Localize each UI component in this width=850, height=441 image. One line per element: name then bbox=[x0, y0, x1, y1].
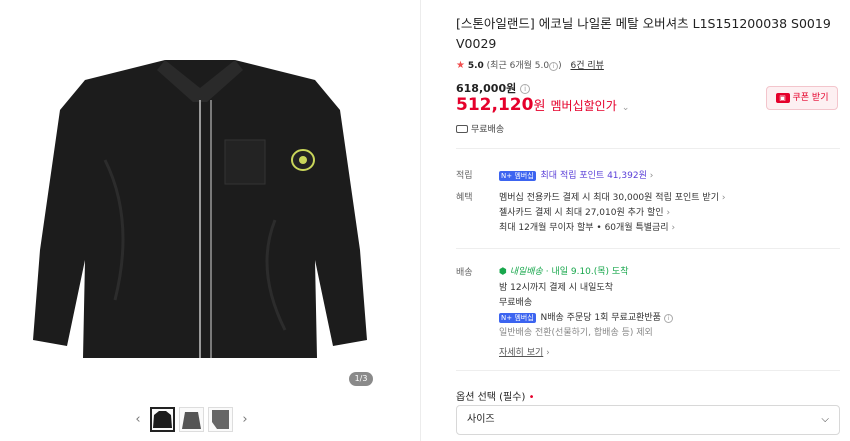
product-title: [스톤아일랜드] 에코닐 나일론 메탈 오버셔츠 L1S151200038 S0… bbox=[456, 16, 831, 51]
info-icon[interactable]: i bbox=[549, 62, 559, 71]
rating-note-end: ) bbox=[558, 61, 562, 71]
perk-text: 젤사카드 결제 시 최대 27,010원 추가 할인 bbox=[499, 208, 664, 218]
detail-link[interactable]: 자세히 보기 bbox=[499, 348, 543, 358]
delivery-label: 배송 bbox=[456, 268, 473, 278]
perk-text: 멤버십 전용카드 결제 시 최대 30,000원 적립 포인트 받기 bbox=[499, 193, 719, 203]
divider bbox=[456, 370, 840, 371]
thumbnail-strip: ‹ › bbox=[130, 406, 253, 432]
sale-price-row: 512,120원 멤버십할인가 ⌄ bbox=[456, 95, 629, 115]
tomorrow-badge-label: 내일배송 bbox=[509, 267, 543, 277]
image-counter: 1/3 bbox=[349, 372, 373, 386]
required-mark: • bbox=[528, 392, 535, 403]
delivery-free: 무료배송 bbox=[499, 298, 533, 308]
thumbnail-1[interactable] bbox=[150, 406, 175, 432]
info-icon[interactable]: i bbox=[663, 314, 673, 323]
original-price: 618,000원 bbox=[456, 82, 517, 95]
reviews-link[interactable]: 6건 리뷰 bbox=[570, 61, 603, 71]
cutoff-text: 밤 12시까지 결제 시 내일도착 bbox=[499, 283, 613, 293]
size-select-value: 사이즈 bbox=[467, 414, 495, 425]
rating-note: (최근 6개월 5.0 bbox=[486, 61, 550, 71]
divider bbox=[456, 148, 840, 149]
chevron-right-icon: › bbox=[671, 223, 676, 233]
chevron-left-icon[interactable]: ‹ bbox=[130, 412, 146, 427]
chevron-right-icon: › bbox=[721, 193, 726, 203]
perks-label: 혜택 bbox=[456, 193, 473, 203]
coupon-icon: ▣ bbox=[775, 93, 790, 103]
chevron-right-icon: › bbox=[649, 171, 654, 181]
chevron-right-icon: › bbox=[546, 348, 550, 358]
chevron-right-icon: › bbox=[666, 208, 671, 218]
coupon-button[interactable]: ▣ 쿠폰 받기 bbox=[766, 86, 838, 110]
divider bbox=[456, 248, 840, 249]
product-gallery: 1/3 ‹ › bbox=[0, 0, 420, 441]
free-shipping-label: 무료배송 bbox=[471, 125, 505, 135]
points-text: 최대 적립 포인트 41,392원 bbox=[540, 171, 647, 181]
chevron-down-icon: ⌵ bbox=[821, 414, 829, 425]
free-shipping-row: 무료배송 bbox=[456, 122, 504, 135]
normal-delivery-text: 일반배송 전환(선물하기, 합배송 등) 제외 bbox=[499, 328, 653, 338]
truck-icon bbox=[456, 125, 468, 133]
detail-link-row[interactable]: 자세히 보기 › bbox=[499, 345, 550, 358]
product-main-image[interactable] bbox=[15, 40, 385, 380]
sale-price-unit: 원 bbox=[533, 99, 546, 114]
info-icon[interactable]: i bbox=[520, 84, 531, 94]
chevron-down-icon[interactable]: ⌄ bbox=[622, 103, 630, 113]
n-return-row: N+ 멤버십 N배송 주문당 1회 무료교환반품 i bbox=[499, 310, 673, 323]
original-price-row: 618,000원 i bbox=[456, 80, 531, 96]
member-discount-label[interactable]: 멤버십할인가 bbox=[551, 99, 617, 113]
perk-item[interactable]: 젤사카드 결제 시 최대 27,010원 추가 할인 › bbox=[499, 205, 670, 218]
sale-price: 512,120 bbox=[456, 95, 534, 115]
npay-badge: N+ 멤버십 bbox=[499, 171, 536, 181]
divider bbox=[420, 0, 421, 441]
perk-text: 최대 12개월 무이자 할부 • 60개월 특별금리 bbox=[499, 223, 669, 233]
star-icon: ★ bbox=[456, 60, 465, 71]
thumbnail-2[interactable] bbox=[179, 406, 204, 432]
rating-row: ★ 5.0 (최근 6개월 5.0 i) 6건 리뷰 bbox=[456, 58, 604, 71]
chevron-right-icon[interactable]: › bbox=[237, 412, 253, 427]
option-label-text: 옵션 선택 (필수) bbox=[456, 392, 526, 403]
tomorrow-text: · 내일 9.10.(목) 도착 bbox=[545, 267, 629, 277]
points-label: 적립 bbox=[456, 171, 473, 181]
points-row[interactable]: N+ 멤버십 최대 적립 포인트 41,392원 › bbox=[499, 168, 653, 181]
thumbnail-3[interactable] bbox=[208, 406, 233, 432]
coupon-label: 쿠폰 받기 bbox=[792, 93, 829, 103]
perk-item[interactable]: 최대 12개월 무이자 할부 • 60개월 특별금리 › bbox=[499, 220, 675, 233]
option-label: 옵션 선택 (필수) • bbox=[456, 388, 534, 403]
perk-item[interactable]: 멤버십 전용카드 결제 시 최대 30,000원 적립 포인트 받기 › bbox=[499, 190, 725, 203]
npay-badge: N+ 멤버십 bbox=[499, 313, 536, 323]
n-return-text: N배송 주문당 1회 무료교환반품 bbox=[540, 313, 661, 323]
rating-value: 5.0 bbox=[467, 61, 484, 71]
size-select[interactable]: 사이즈 ⌵ bbox=[456, 405, 840, 435]
tomorrow-delivery-row: ⬢ 내일배송 · 내일 9.10.(목) 도착 bbox=[499, 264, 629, 277]
tomorrow-badge: ⬢ 내일배송 bbox=[499, 267, 543, 277]
